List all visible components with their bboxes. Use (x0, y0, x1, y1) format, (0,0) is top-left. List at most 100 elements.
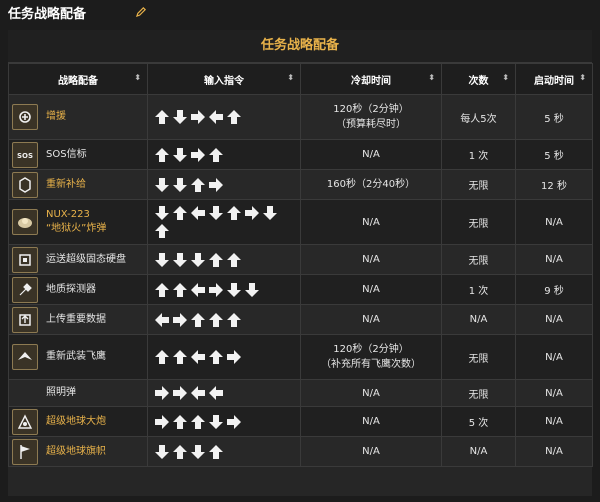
edit-pencil-icon[interactable] (136, 6, 147, 17)
stratagem-name-cell: 超级地球旗帜 (9, 437, 148, 467)
cooldown-text: N/A (305, 386, 437, 401)
column-header-label: 输入指令 (204, 76, 244, 87)
super-earth-cannon-icon (12, 409, 38, 435)
cooldown-cell: N/A (301, 140, 442, 170)
arrow-up-icon (190, 177, 206, 193)
sort-icon[interactable]: ⬍ (134, 73, 141, 82)
column-header-label: 冷却时间 (351, 76, 391, 87)
sort-icon[interactable]: ⬍ (287, 73, 294, 82)
uses-cell: 5 次 (442, 407, 516, 437)
arrow-right-icon (154, 414, 170, 430)
table-row: 重新补给 160秒（2分40秒） 无限12 秒 (9, 170, 593, 200)
stratagem-name-cell: 增援 (9, 95, 148, 140)
input-command-cell (148, 275, 301, 305)
activation-cell: 9 秒 (516, 275, 593, 305)
hellbomb-icon (12, 209, 38, 235)
cooldown-text: 160秒（2分40秒） (305, 177, 437, 192)
uses-cell: 无限 (442, 200, 516, 245)
column-header-activation[interactable]: 启动时间⬍ (516, 64, 593, 95)
arrow-right-icon (190, 109, 206, 125)
table-row: 地质探测器N/A1 次9 秒 (9, 275, 593, 305)
arrow-down-icon (244, 282, 260, 298)
activation-cell: N/A (516, 245, 593, 275)
activation-cell: 12 秒 (516, 170, 593, 200)
stratagem-name-cell: 上传重要数据 (9, 305, 148, 335)
arrow-up-icon (154, 147, 170, 163)
arrow-down-icon (262, 205, 278, 221)
column-header-uses[interactable]: 次数 ⬍ (442, 64, 516, 95)
input-command-cell (148, 140, 301, 170)
activation-cell: N/A (516, 335, 593, 380)
activation-cell: N/A (516, 407, 593, 437)
arrow-left-icon (190, 385, 206, 401)
upload-data-icon (12, 307, 38, 333)
sos-beacon-icon: SOS (12, 142, 38, 168)
arrow-down-icon (172, 109, 188, 125)
input-command-cell (148, 170, 301, 200)
cooldown-text: N/A (305, 414, 437, 429)
arrow-down-icon (154, 205, 170, 221)
arrow-up-icon (172, 349, 188, 365)
input-command-cell (148, 245, 301, 275)
uses-cell: 每人5次 (442, 95, 516, 140)
input-command-cell (148, 200, 301, 245)
cooldown-text: N/A (305, 147, 437, 162)
column-header-cooldown[interactable]: 冷却时间 ⬍ (301, 64, 442, 95)
arrow-right-icon (208, 177, 224, 193)
arrow-left-icon (208, 385, 224, 401)
column-header-label: 次数 (469, 76, 489, 87)
table-caption: 任务战略配备 (8, 30, 592, 63)
column-header-command[interactable]: 输入指令 ⬍ (148, 64, 301, 95)
arrow-down-icon (190, 252, 206, 268)
arrow-up-icon (172, 205, 188, 221)
cooldown-cell: N/A (301, 380, 442, 407)
arrow-up-icon (226, 312, 242, 328)
sort-icon[interactable]: ⬍ (502, 73, 509, 82)
arrow-up-icon (226, 205, 242, 221)
table-row: 上传重要数据N/AN/AN/A (9, 305, 593, 335)
arrow-down-icon (190, 444, 206, 460)
stratagem-name-cell: 超级地球大炮 (9, 407, 148, 437)
stratagem-name-cell: 照明弹 (9, 380, 148, 407)
cooldown-text: （补充所有飞鹰次数） (305, 357, 437, 372)
seismic-probe-icon (12, 277, 38, 303)
activation-cell: N/A (516, 200, 593, 245)
arrow-right-icon (226, 349, 242, 365)
cooldown-cell: N/A (301, 437, 442, 467)
arrow-up-icon (208, 147, 224, 163)
arrow-up-icon (190, 414, 206, 430)
arrow-up-icon (226, 109, 242, 125)
cooldown-text: 120秒（2分钟） (305, 342, 437, 357)
resupply-icon (12, 172, 38, 198)
arrow-down-icon (154, 252, 170, 268)
uses-cell: 无限 (442, 380, 516, 407)
arrow-up-icon (208, 349, 224, 365)
sort-icon[interactable]: ⬍ (579, 73, 586, 82)
cooldown-cell: 120秒（2分钟）（补充所有飞鹰次数） (301, 335, 442, 380)
table-row: NUX-223 “地狱火”炸弹N/A无限N/A (9, 200, 593, 245)
arrow-down-icon (154, 177, 170, 193)
table-row: 超级地球大炮N/A5 次N/A (9, 407, 593, 437)
cooldown-text: N/A (305, 444, 437, 459)
table-row: 重新武装飞鹰120秒（2分钟）（补充所有飞鹰次数）无限N/A (9, 335, 593, 380)
stratagem-name: 运送超级固态硬盘 (46, 253, 126, 267)
stratagem-name-cell: SOSSOS信标 (9, 140, 148, 170)
stratagem-name: 超级地球大炮 (46, 415, 106, 429)
table-row: 运送超级固态硬盘N/A无限N/A (9, 245, 593, 275)
table-body: 增援120秒（2分钟）（预算耗尽时）每人5次5 秒SOSSOS信标N/A1 次5… (9, 95, 593, 467)
activation-cell: 5 秒 (516, 95, 593, 140)
arrow-up-icon (208, 312, 224, 328)
uses-cell: 无限 (442, 170, 516, 200)
uses-cell: N/A (442, 437, 516, 467)
arrow-down-icon (172, 147, 188, 163)
stratagem-name: 重新补给 (46, 178, 86, 192)
column-header-stratagem[interactable]: 战略配备⬍ (9, 64, 148, 95)
stratagem-name: 照明弹 (46, 386, 76, 400)
activation-cell: N/A (516, 380, 593, 407)
arrow-down-icon (208, 205, 224, 221)
sort-icon[interactable]: ⬍ (428, 73, 435, 82)
arrow-right-icon (154, 385, 170, 401)
arrow-down-icon (172, 252, 188, 268)
uses-cell: 1 次 (442, 275, 516, 305)
arrow-up-icon (172, 282, 188, 298)
